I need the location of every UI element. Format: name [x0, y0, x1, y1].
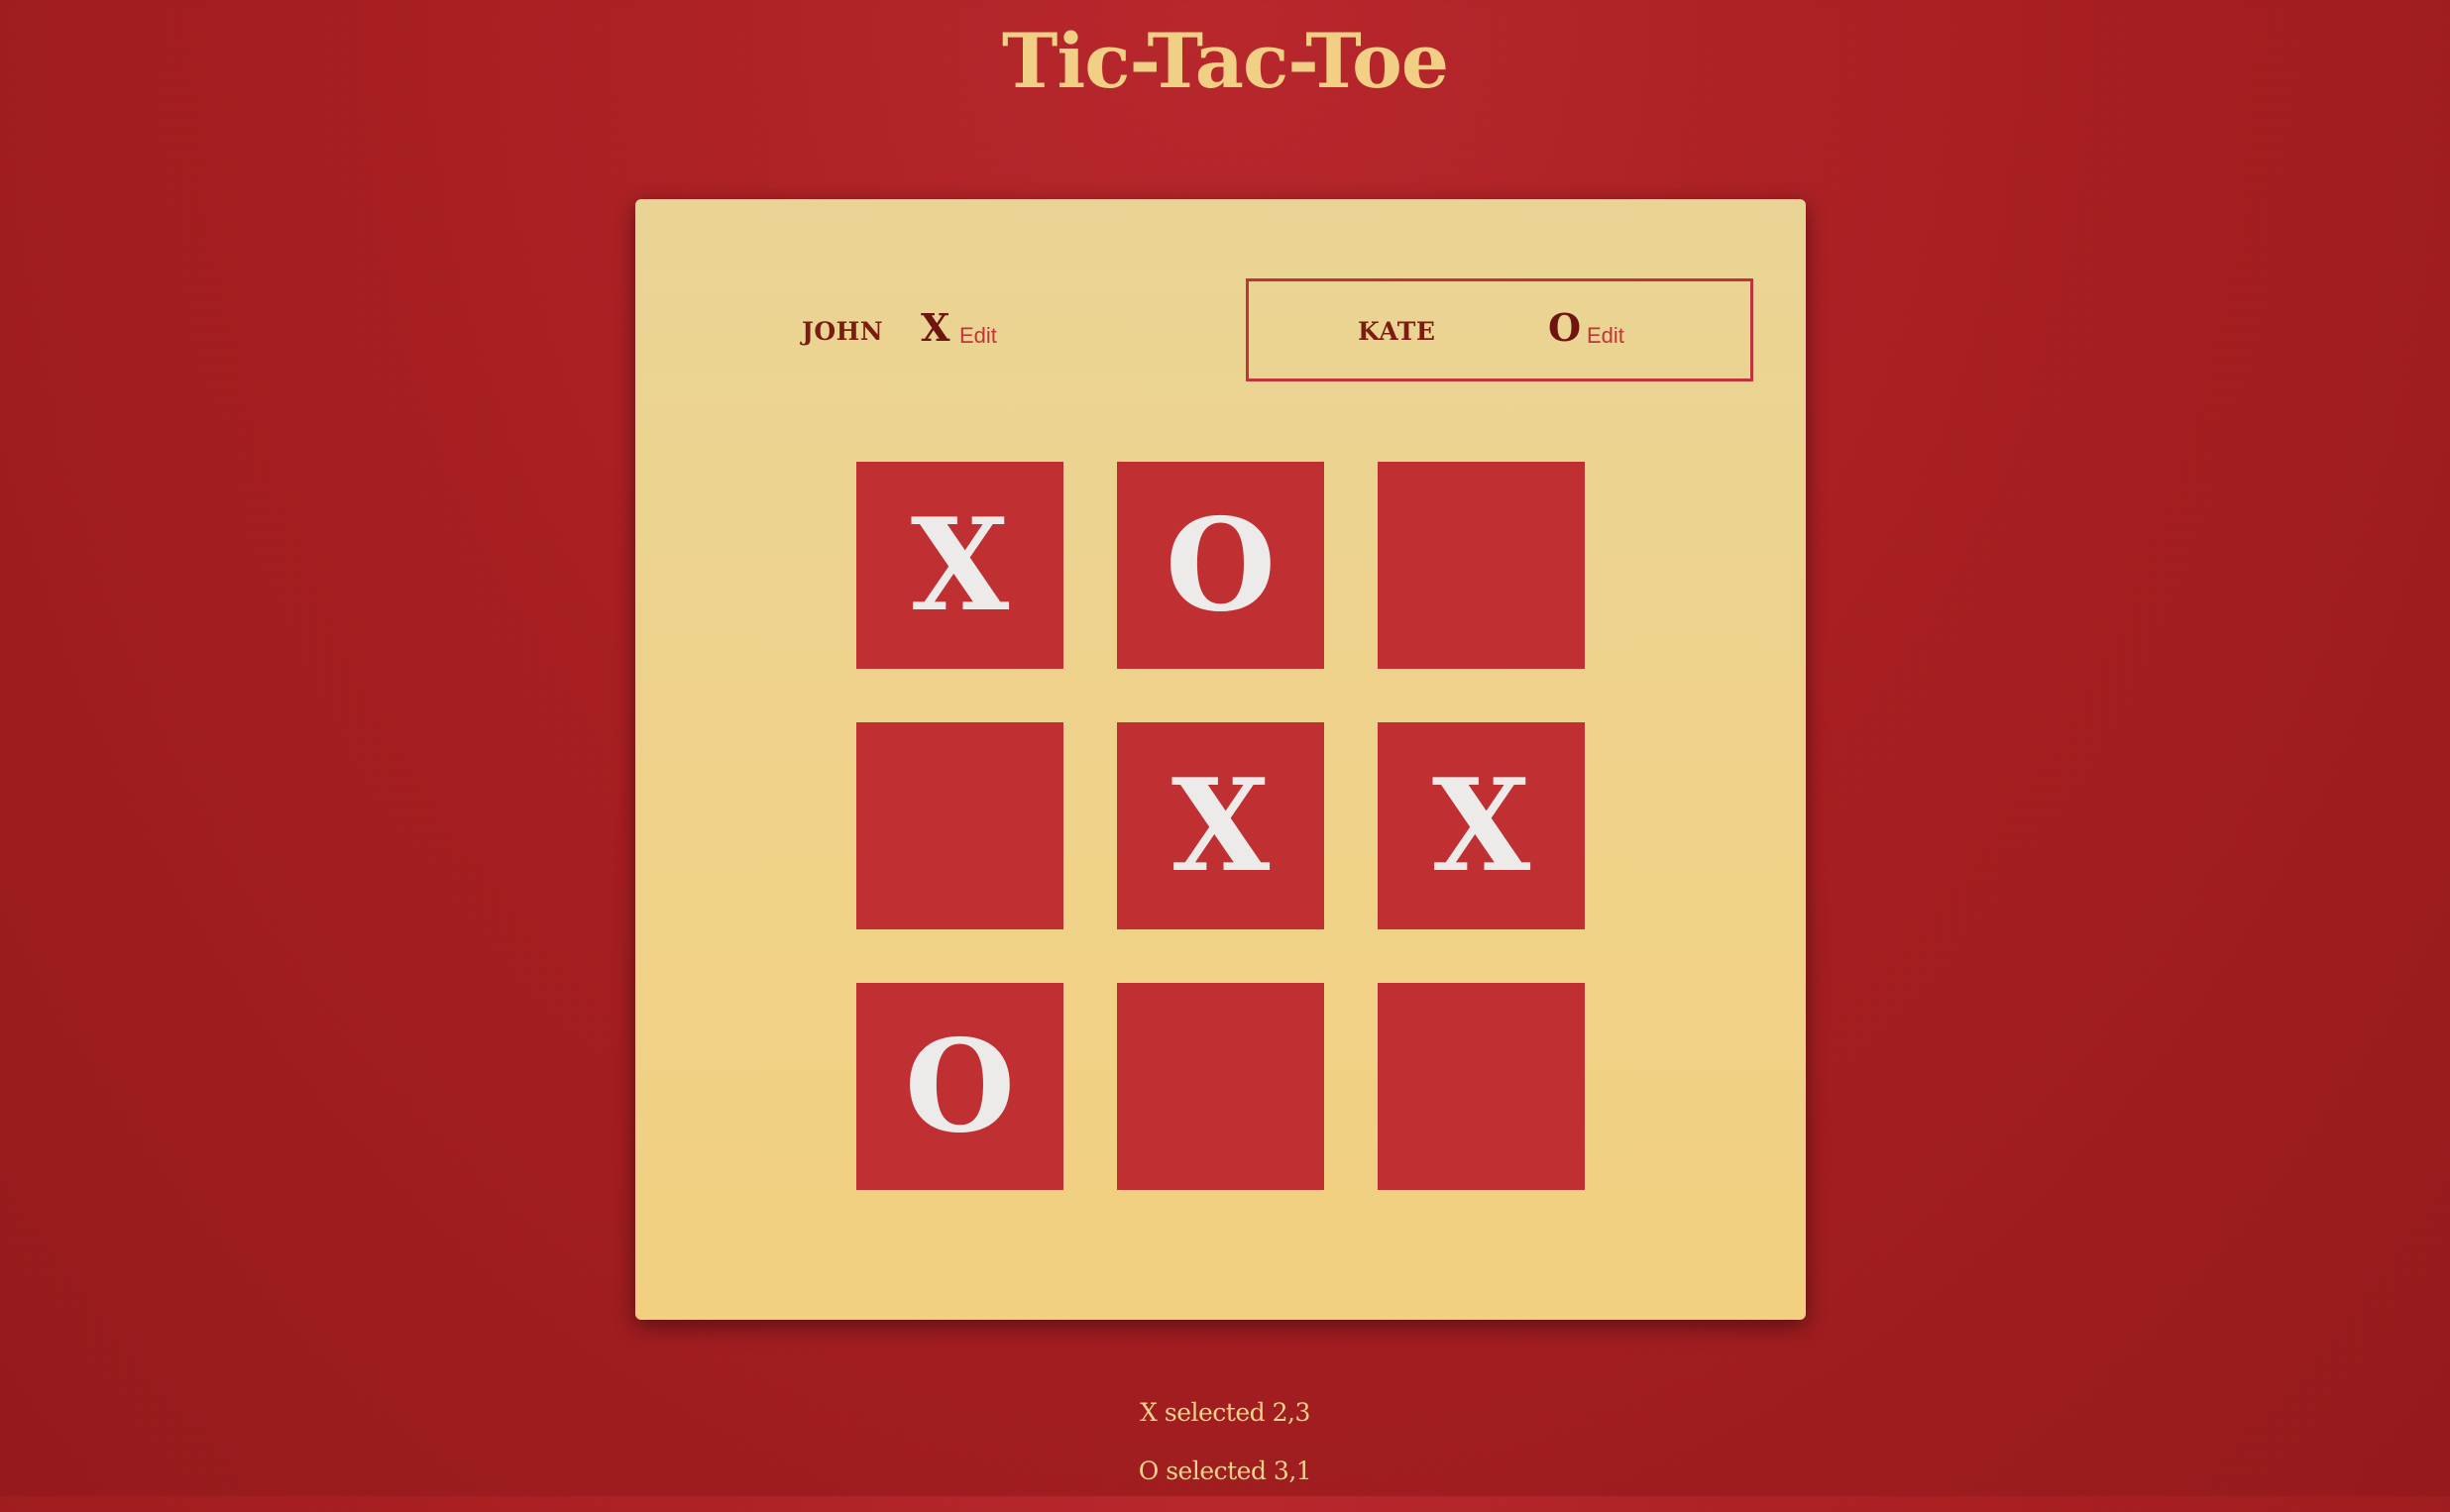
page-title: Tic-Tac-Toe	[1001, 17, 1449, 105]
player-symbol: X	[921, 305, 950, 350]
edit-player-button[interactable]: Edit	[959, 323, 997, 349]
move-log: X selected 2,3 O selected 3,1	[0, 1395, 2450, 1512]
board-cell-3-3[interactable]	[1378, 983, 1585, 1190]
edit-player-button[interactable]: Edit	[1587, 323, 1624, 349]
board-cell-2-3[interactable]: X	[1378, 722, 1585, 929]
board-cell-3-2[interactable]	[1117, 983, 1324, 1190]
board-cell-1-3[interactable]	[1378, 462, 1585, 669]
player-kate: KATE O Edit	[1246, 278, 1753, 381]
board-cell-3-1[interactable]: O	[856, 983, 1063, 1190]
game-board: X O X X O	[856, 462, 1585, 1190]
player-symbol: O	[1548, 305, 1582, 350]
player-john: JOHN X Edit	[734, 278, 1242, 381]
log-entry: X selected 2,3	[1140, 1398, 1310, 1427]
board-cell-1-1[interactable]: X	[856, 462, 1063, 669]
board-cell-2-1[interactable]	[856, 722, 1063, 929]
board-cell-1-2[interactable]: O	[1117, 462, 1324, 669]
player-name: KATE	[1358, 317, 1436, 346]
log-entry: O selected 3,1	[1138, 1457, 1312, 1485]
board-cell-2-2[interactable]: X	[1117, 722, 1324, 929]
player-name: JOHN	[802, 317, 884, 346]
game-panel: JOHN X Edit KATE O Edit X O X X O	[635, 199, 1806, 1320]
